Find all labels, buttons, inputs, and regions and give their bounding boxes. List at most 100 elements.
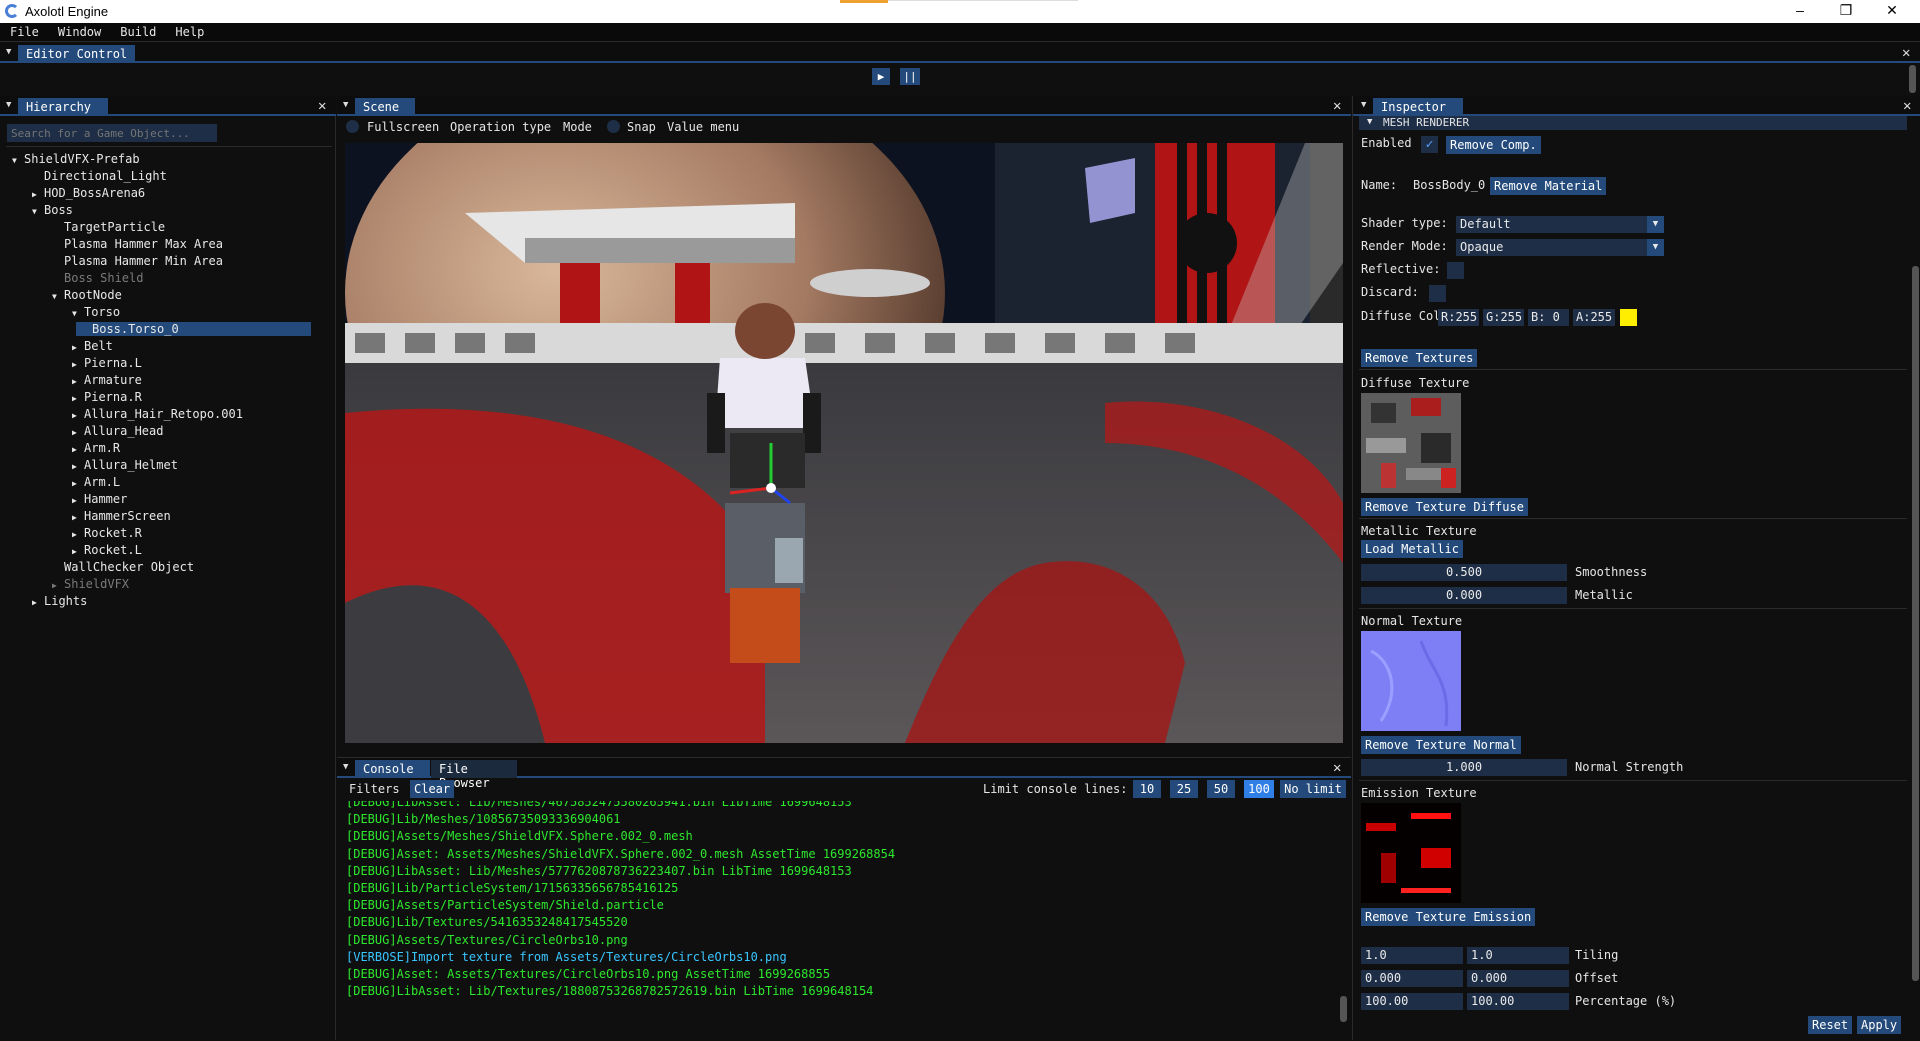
hierarchy-item[interactable]: Plasma Hammer Max Area bbox=[52, 237, 223, 251]
clear-button[interactable]: Clear bbox=[410, 780, 455, 798]
collapsed-arrow-icon[interactable]: ▶ bbox=[72, 411, 84, 420]
collapse-icon[interactable]: ▼ bbox=[343, 762, 348, 772]
collapsed-arrow-icon[interactable]: ▶ bbox=[72, 547, 84, 556]
expanded-arrow-icon[interactable]: ▼ bbox=[72, 309, 84, 318]
hierarchy-item[interactable]: Boss.Torso_0 bbox=[76, 322, 311, 336]
reflective-checkbox[interactable] bbox=[1447, 262, 1464, 279]
play-button[interactable]: ▶ bbox=[872, 68, 890, 85]
shader-type-select[interactable]: Default ▼ bbox=[1456, 216, 1664, 233]
hierarchy-item[interactable]: ▶ Rocket.L bbox=[72, 543, 142, 557]
limit-25-button[interactable]: 25 bbox=[1170, 780, 1198, 798]
snap-label[interactable]: Snap bbox=[627, 120, 656, 134]
hierarchy-item[interactable]: ▶ HammerScreen bbox=[72, 509, 171, 523]
hierarchy-item[interactable]: ▼ Torso bbox=[72, 305, 120, 319]
collapsed-arrow-icon[interactable]: ▶ bbox=[72, 496, 84, 505]
hierarchy-item[interactable]: ▶ Lights bbox=[32, 594, 87, 608]
fullscreen-radio[interactable] bbox=[346, 120, 359, 133]
emission-texture-preview[interactable] bbox=[1361, 803, 1461, 903]
no-limit-button[interactable]: No limit bbox=[1280, 780, 1346, 798]
collapsed-arrow-icon[interactable]: ▶ bbox=[72, 343, 84, 352]
collapsed-arrow-icon[interactable]: ▶ bbox=[52, 581, 64, 590]
offset-x-field[interactable]: 0.000 bbox=[1361, 970, 1463, 987]
mesh-renderer-header[interactable]: ▼ MESH RENDERER bbox=[1359, 116, 1907, 130]
collapsed-arrow-icon[interactable]: ▶ bbox=[32, 190, 44, 199]
scene-viewport[interactable] bbox=[345, 143, 1343, 743]
hierarchy-item[interactable]: Directional_Light bbox=[32, 169, 167, 183]
tab-console[interactable]: Console bbox=[355, 760, 430, 778]
scrollbar[interactable] bbox=[1340, 996, 1347, 1022]
apply-button[interactable]: Apply bbox=[1857, 1016, 1902, 1034]
menu-window[interactable]: Window bbox=[48, 23, 110, 39]
metallic-field[interactable]: 0.000 bbox=[1361, 587, 1567, 604]
collapsed-arrow-icon[interactable]: ▶ bbox=[72, 377, 84, 386]
menu-build[interactable]: Build bbox=[110, 23, 165, 39]
hierarchy-item[interactable]: ▶ Arm.L bbox=[72, 475, 120, 489]
pause-button[interactable]: || bbox=[900, 68, 920, 85]
collapsed-arrow-icon[interactable]: ▶ bbox=[72, 445, 84, 454]
hierarchy-item[interactable]: ▶ Arm.R bbox=[72, 441, 120, 455]
collapsed-arrow-icon[interactable]: ▶ bbox=[72, 513, 84, 522]
reset-button[interactable]: Reset bbox=[1808, 1016, 1853, 1034]
alpha-field[interactable]: A:255 bbox=[1573, 309, 1615, 326]
collapse-icon[interactable]: ▼ bbox=[1361, 100, 1366, 110]
value-menu[interactable]: Value menu bbox=[667, 120, 739, 134]
enabled-checkbox[interactable]: ✓ bbox=[1421, 136, 1438, 153]
remove-texture-normal-button[interactable]: Remove Texture Normal bbox=[1361, 736, 1521, 754]
menu-help[interactable]: Help bbox=[165, 23, 213, 39]
hierarchy-item[interactable]: ▶ HOD_BossArena6 bbox=[32, 186, 145, 200]
scrollbar[interactable] bbox=[1909, 65, 1916, 93]
hierarchy-item[interactable]: ▶ Belt bbox=[72, 339, 113, 353]
close-icon[interactable]: ✕ bbox=[1333, 98, 1341, 114]
remove-material-button[interactable]: Remove Material bbox=[1490, 177, 1607, 195]
hierarchy-item[interactable]: Plasma Hammer Min Area bbox=[52, 254, 223, 268]
hierarchy-item[interactable]: ▶ Allura_Hair_Retopo.001 bbox=[72, 407, 243, 421]
tiling-x-field[interactable]: 1.0 bbox=[1361, 947, 1463, 964]
normal-texture-preview[interactable] bbox=[1361, 631, 1461, 731]
load-metallic-button[interactable]: Load Metallic bbox=[1361, 540, 1463, 558]
expanded-arrow-icon[interactable]: ▼ bbox=[12, 156, 24, 165]
operation-type-menu[interactable]: Operation type bbox=[450, 120, 551, 134]
collapse-icon[interactable]: ▼ bbox=[6, 47, 11, 57]
tab-hierarchy[interactable]: Hierarchy bbox=[18, 98, 108, 116]
tab-inspector[interactable]: Inspector bbox=[1373, 98, 1463, 116]
close-icon[interactable]: ✕ bbox=[1902, 45, 1910, 61]
scrollbar[interactable] bbox=[1912, 266, 1919, 981]
close-icon[interactable]: ✕ bbox=[318, 98, 326, 114]
close-icon[interactable]: ✕ bbox=[1903, 98, 1911, 114]
remove-texture-diffuse-button[interactable]: Remove Texture Diffuse bbox=[1361, 498, 1528, 516]
maximize-button[interactable]: ❐ bbox=[1823, 0, 1869, 23]
menu-file[interactable]: File bbox=[0, 23, 48, 39]
collapse-icon[interactable]: ▼ bbox=[343, 100, 348, 110]
remove-textures-button[interactable]: Remove Textures bbox=[1361, 349, 1478, 367]
hierarchy-item[interactable]: ▼ ShieldVFX-Prefab bbox=[12, 152, 140, 166]
close-icon[interactable]: ✕ bbox=[1333, 760, 1341, 776]
limit-10-button[interactable]: 10 bbox=[1133, 780, 1161, 798]
diffuse-texture-preview[interactable] bbox=[1361, 393, 1461, 493]
percentage-y-field[interactable]: 100.00 bbox=[1467, 993, 1569, 1010]
hierarchy-item[interactable]: ▶ ShieldVFX bbox=[52, 577, 129, 591]
mode-menu[interactable]: Mode bbox=[563, 120, 592, 134]
tiling-y-field[interactable]: 1.0 bbox=[1467, 947, 1569, 964]
hierarchy-item[interactable]: ▶ Pierna.L bbox=[72, 356, 142, 370]
snap-radio[interactable] bbox=[607, 120, 620, 133]
expanded-arrow-icon[interactable]: ▼ bbox=[32, 207, 44, 216]
minimize-button[interactable]: – bbox=[1777, 0, 1823, 23]
percentage-x-field[interactable]: 100.00 bbox=[1361, 993, 1463, 1010]
limit-50-button[interactable]: 50 bbox=[1207, 780, 1235, 798]
filters-menu[interactable]: Filters bbox=[349, 782, 400, 796]
close-window-button[interactable]: ✕ bbox=[1869, 0, 1915, 23]
hierarchy-item[interactable]: ▶ Armature bbox=[72, 373, 142, 387]
tab-scene[interactable]: Scene bbox=[355, 98, 415, 116]
normal-strength-field[interactable]: 1.000 bbox=[1361, 759, 1567, 776]
collapsed-arrow-icon[interactable]: ▶ bbox=[72, 428, 84, 437]
blue-field[interactable]: B: 0 bbox=[1528, 309, 1569, 326]
hierarchy-item[interactable]: Boss Shield bbox=[52, 271, 143, 285]
collapsed-arrow-icon[interactable]: ▶ bbox=[72, 530, 84, 539]
collapse-icon[interactable]: ▼ bbox=[6, 100, 11, 110]
hierarchy-item[interactable]: ▼ RootNode bbox=[52, 288, 122, 302]
collapsed-arrow-icon[interactable]: ▶ bbox=[72, 394, 84, 403]
hierarchy-item[interactable]: ▶ Allura_Helmet bbox=[72, 458, 178, 472]
tab-file-browser[interactable]: File Browser bbox=[431, 760, 517, 790]
expanded-arrow-icon[interactable]: ▼ bbox=[52, 292, 64, 301]
fullscreen-label[interactable]: Fullscreen bbox=[367, 120, 439, 134]
